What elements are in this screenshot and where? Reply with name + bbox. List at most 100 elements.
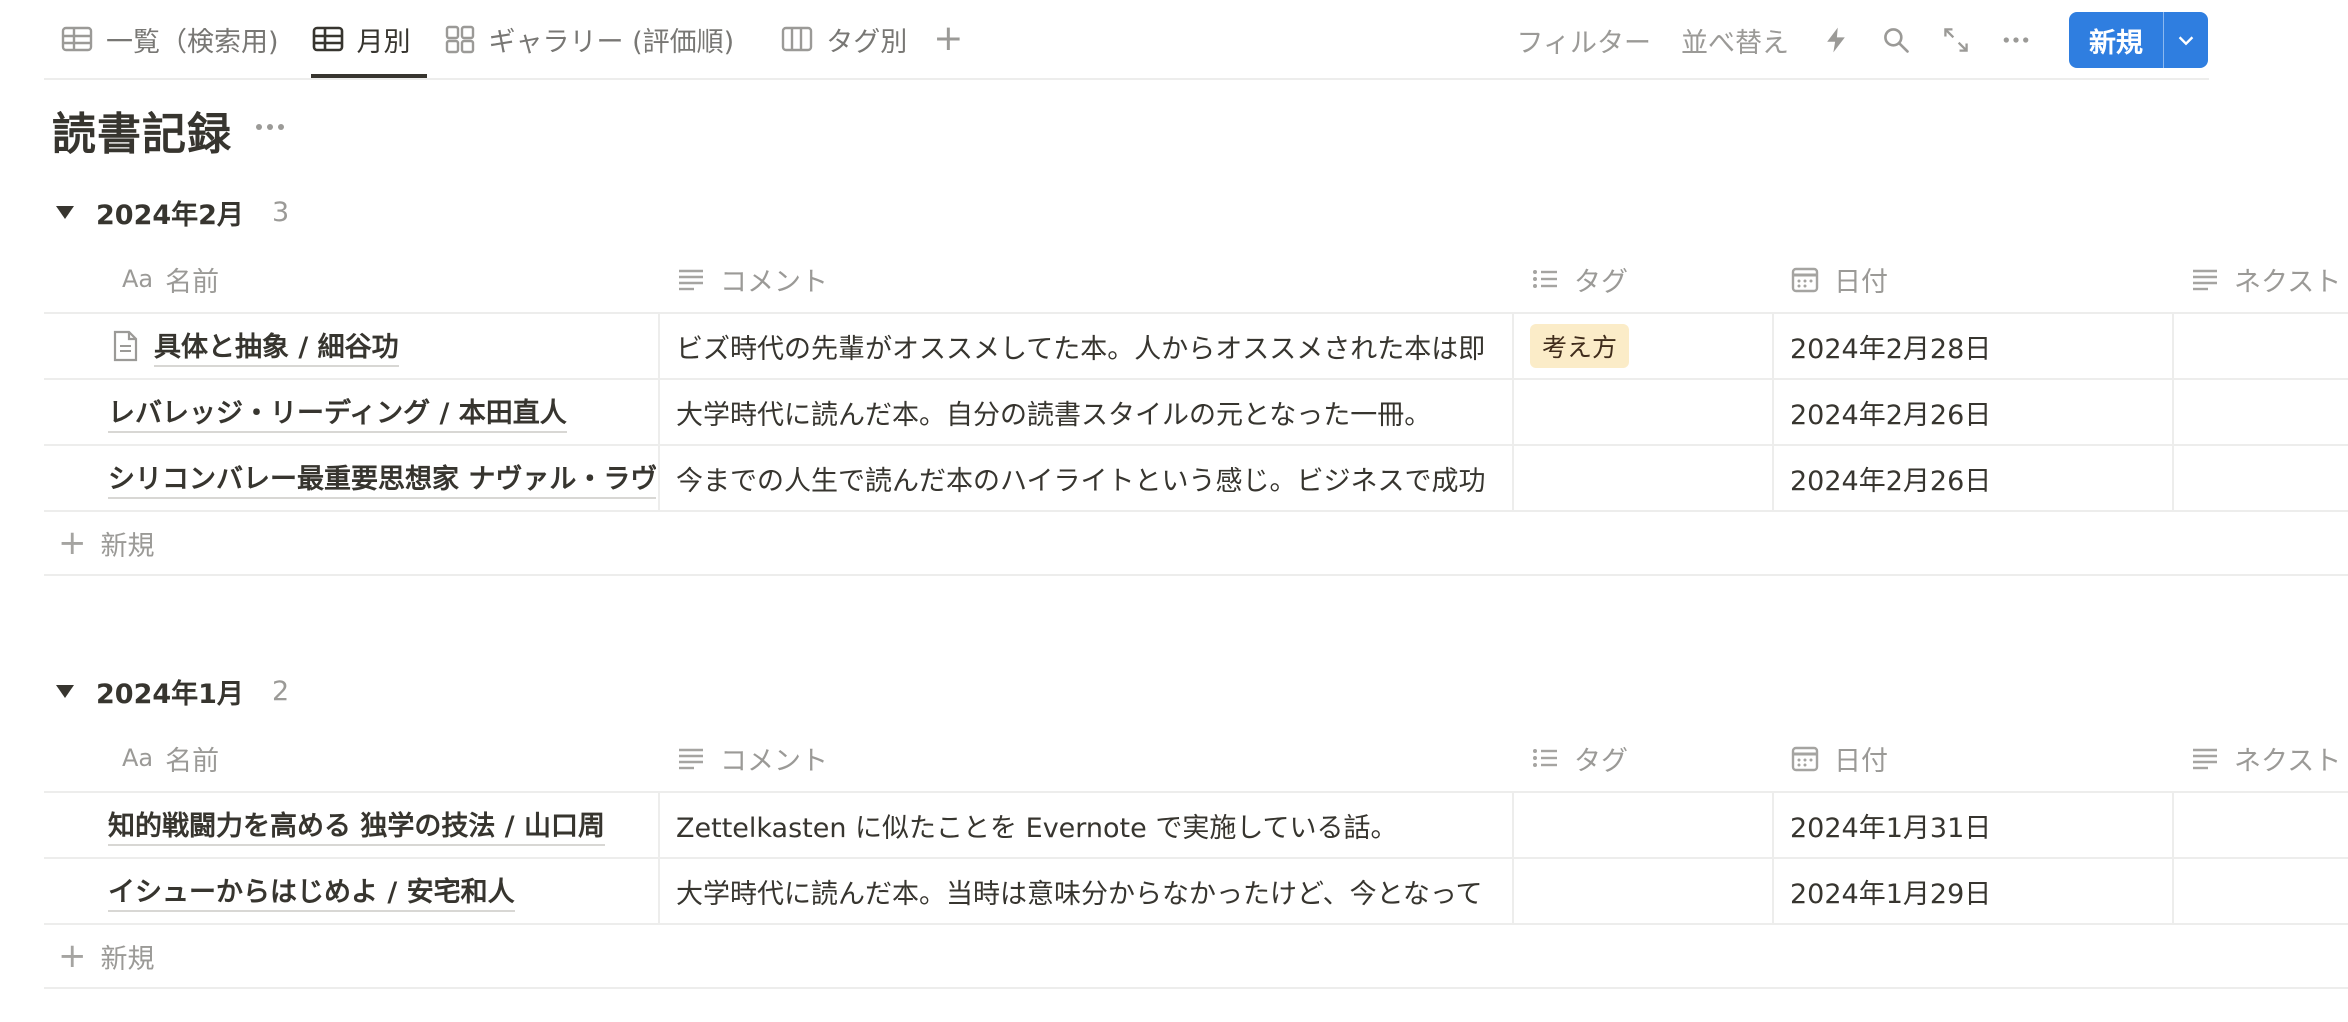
search-icon[interactable] — [1879, 23, 1913, 57]
tabs-divider — [44, 78, 2209, 80]
table-row-date-cell[interactable]: 2024年1月31日 — [1790, 793, 2170, 857]
column-header-comment[interactable]: コメント — [676, 727, 828, 789]
multi-select-list-icon — [1533, 270, 1557, 288]
column-label: ネクスト — [2234, 266, 2342, 298]
expand-icon[interactable] — [1939, 23, 1973, 57]
table-row-comment-cell[interactable]: 今までの人生で読んだ本のハイライトという感じ。ビジネスで成功 — [676, 446, 1510, 510]
column-label: 日付 — [1834, 266, 1888, 298]
add-row-button[interactable]: + 新規 — [58, 512, 155, 574]
add-row-label: 新規 — [100, 530, 155, 562]
tab-gallery[interactable]: ギャラリー (評価順) — [427, 0, 751, 78]
table-row-date-cell[interactable]: 2024年2月26日 — [1790, 446, 2170, 510]
column-header-comment[interactable]: コメント — [676, 248, 828, 310]
table-line — [1772, 791, 1774, 923]
add-view-button[interactable]: + — [923, 0, 973, 78]
group-header-jan[interactable]: 2024年1月 2 — [56, 671, 289, 711]
table-row-date-cell[interactable]: 2024年2月26日 — [1790, 380, 2170, 444]
view-tabs: 一覧（検索用) 月別 ギャラリー (評価順) タグ別 + — [44, 0, 973, 78]
table-line — [1512, 312, 1514, 510]
filter-button[interactable]: フィルター — [1517, 21, 1651, 60]
more-options-icon[interactable] — [1999, 23, 2033, 57]
table-icon — [61, 26, 93, 52]
tab-monthly[interactable]: 月別 — [295, 0, 427, 78]
group-header-feb[interactable]: 2024年2月 3 — [56, 192, 289, 232]
text-lines-icon — [679, 748, 703, 770]
plus-icon: + — [58, 936, 87, 976]
row-title[interactable]: イシューからはじめよ / 安宅和人 — [108, 870, 515, 912]
row-date: 2024年1月29日 — [1790, 878, 1992, 910]
table-row-title-cell[interactable]: レバレッジ・リーディング / 本田直人 — [108, 380, 656, 444]
tab-by-tag[interactable]: タグ別 — [764, 0, 923, 78]
row-title[interactable]: レバレッジ・リーディング / 本田直人 — [108, 391, 567, 433]
tab-label: ギャラリー (評価順) — [488, 26, 735, 58]
table-line — [1772, 312, 1774, 510]
table-line — [658, 312, 660, 510]
new-button[interactable]: 新規 — [2069, 12, 2163, 68]
column-header-next[interactable]: ネクスト — [2190, 727, 2341, 789]
table-row-comment-cell[interactable]: Zettelkasten に似たことを Evernote で実施している話。 — [676, 793, 1510, 857]
title-more-icon[interactable] — [252, 112, 288, 142]
row-comment: 大学時代に読んだ本。自分の読書スタイルの元となった一冊。 — [676, 399, 1432, 431]
table-row-title-cell[interactable]: 具体と抽象 / 細谷功 — [110, 314, 656, 378]
row-comment: 今までの人生で読んだ本のハイライトという感じ。ビジネスで成功 — [676, 465, 1486, 497]
row-date: 2024年2月26日 — [1790, 465, 1992, 497]
view-toolbar: フィルター 並べ替え 新規 — [1517, 12, 2208, 68]
table-line — [44, 923, 2348, 925]
document-icon — [113, 330, 138, 362]
table-row-title-cell[interactable]: シリコンバレー最重要思想家 ナヴァル・ラヴ — [108, 446, 656, 510]
row-comment: Zettelkasten に似たことを Evernote で実施している話。 — [676, 812, 1398, 844]
column-label: タグ — [1574, 266, 1628, 298]
column-header-next[interactable]: ネクスト — [2190, 248, 2341, 310]
group-count: 2 — [271, 675, 290, 707]
automation-bolt-icon[interactable] — [1819, 23, 1853, 57]
table-row-date-cell[interactable]: 2024年1月29日 — [1790, 859, 2170, 923]
board-icon — [782, 26, 813, 52]
table-line — [44, 574, 2348, 576]
column-label: コメント — [720, 745, 828, 777]
collapse-triangle-icon[interactable] — [56, 205, 74, 219]
table-row-title-cell[interactable]: 知的戦闘力を高める 独学の技法 / 山口周 — [108, 793, 656, 857]
column-label: 名前 — [165, 745, 220, 777]
sort-button[interactable]: 並べ替え — [1681, 21, 1789, 60]
collapse-triangle-icon[interactable] — [56, 684, 74, 698]
tab-label: タグ別 — [826, 26, 908, 58]
column-header-name[interactable]: Aa 名前 — [122, 727, 219, 789]
table-icon — [312, 26, 343, 52]
column-label: ネクスト — [2234, 745, 2342, 777]
row-date: 2024年1月31日 — [1790, 812, 1992, 844]
text-lines-icon — [2193, 748, 2217, 770]
column-header-tag[interactable]: タグ — [1530, 248, 1628, 310]
table-row-comment-cell[interactable]: 大学時代に読んだ本。当時は意味分からなかったけど、今となって — [676, 859, 1510, 923]
table-row-comment-cell[interactable]: ビズ時代の先輩がオススメしてた本。人からオススメされた本は即 — [676, 314, 1510, 378]
table-row-tag-cell[interactable]: 考え方 — [1530, 314, 1770, 378]
plus-icon: + — [58, 523, 87, 563]
table-line — [44, 510, 2348, 512]
column-header-tag[interactable]: タグ — [1530, 727, 1628, 789]
column-label: 名前 — [165, 266, 220, 298]
new-button-group: 新規 — [2069, 12, 2208, 68]
row-comment: ビズ時代の先輩がオススメしてた本。人からオススメされた本は即 — [676, 333, 1486, 365]
row-title[interactable]: 知的戦闘力を高める 独学の技法 / 山口周 — [108, 804, 606, 846]
group-name: 2024年1月 — [96, 678, 244, 710]
row-date: 2024年2月28日 — [1790, 333, 1992, 365]
column-label: タグ — [1574, 745, 1628, 777]
row-title[interactable]: シリコンバレー最重要思想家 ナヴァル・ラヴ — [108, 457, 656, 499]
table-row-comment-cell[interactable]: 大学時代に読んだ本。自分の読書スタイルの元となった一冊。 — [676, 380, 1510, 444]
column-header-name[interactable]: Aa 名前 — [122, 248, 219, 310]
group-name: 2024年2月 — [96, 199, 244, 231]
text-type-icon: Aa — [122, 744, 154, 772]
new-dropdown-chevron-icon[interactable] — [2163, 12, 2208, 68]
page-title: 読書記録 — [52, 109, 232, 160]
table-line — [1512, 791, 1514, 923]
tab-list-search[interactable]: 一覧（検索用) — [44, 0, 295, 78]
row-title[interactable]: 具体と抽象 / 細谷功 — [154, 325, 399, 367]
row-comment: 大学時代に読んだ本。当時は意味分からなかったけど、今となって — [676, 878, 1483, 910]
table-row-title-cell[interactable]: イシューからはじめよ / 安宅和人 — [108, 859, 656, 923]
table-line — [2172, 791, 2174, 923]
column-header-date[interactable]: 日付 — [1790, 727, 1888, 789]
table-line — [658, 791, 660, 923]
table-row-date-cell[interactable]: 2024年2月28日 — [1790, 314, 2170, 378]
column-label: コメント — [720, 266, 828, 298]
add-row-button[interactable]: + 新規 — [58, 925, 155, 987]
column-header-date[interactable]: 日付 — [1790, 248, 1888, 310]
